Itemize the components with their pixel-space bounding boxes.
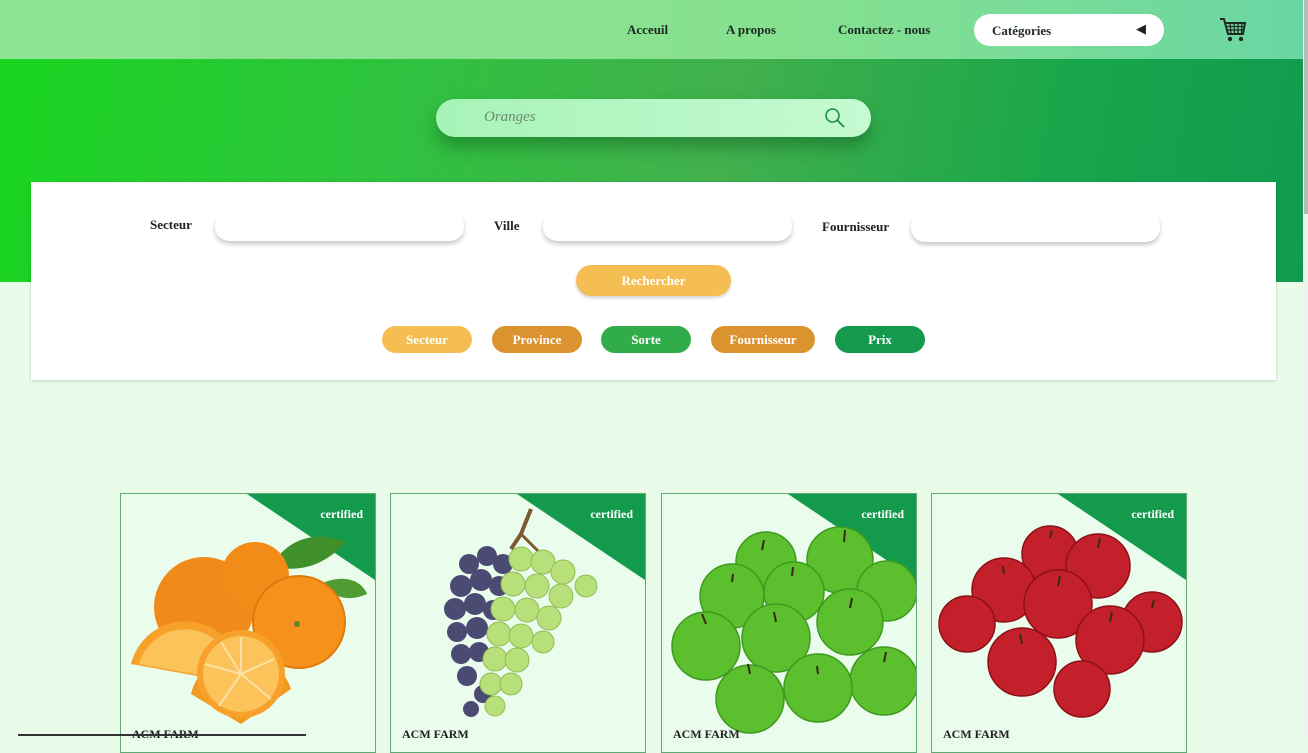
farm-name: ACM FARM	[673, 727, 740, 741]
chip-prix[interactable]: Prix	[835, 326, 925, 353]
scrollbar-thumb[interactable]	[1304, 0, 1308, 214]
bottom-divider	[18, 734, 306, 736]
search-icon[interactable]	[824, 107, 846, 129]
rechercher-button[interactable]: Rechercher	[576, 265, 731, 296]
nav-link-accueil[interactable]: Acceuil	[627, 22, 668, 38]
secteur-field[interactable]	[215, 211, 464, 241]
grapes-image	[444, 508, 598, 717]
red-apples-image	[938, 525, 1183, 718]
product-card[interactable]: certified ACM FARM	[390, 493, 646, 753]
farm-name: ACM FARM	[943, 727, 1010, 741]
chip-secteur[interactable]: Secteur	[382, 326, 472, 353]
categories-label: Catégories	[992, 23, 1052, 38]
oranges-image	[131, 536, 367, 724]
nav-link-a-propos[interactable]: A propos	[726, 22, 776, 38]
product-card[interactable]: certified ACM FARM	[931, 493, 1187, 753]
categories-dropdown[interactable]: Catégories ◀	[974, 14, 1164, 46]
dropdown-arrow-icon: ◀	[1136, 22, 1146, 37]
chip-province[interactable]: Province	[492, 326, 582, 353]
green-apples-image	[671, 526, 916, 734]
chip-sorte[interactable]: Sorte	[601, 326, 691, 353]
search-input[interactable]: Oranges	[484, 109, 536, 126]
nav-link-contact[interactable]: Contactez - nous	[838, 22, 930, 38]
fournisseur-field[interactable]	[911, 212, 1160, 242]
ville-field[interactable]	[543, 211, 792, 241]
ville-label: Ville	[494, 218, 520, 233]
farm-name: ACM FARM	[402, 727, 469, 741]
shopping-cart-icon[interactable]	[1219, 17, 1247, 43]
product-card[interactable]: certified ACM FARM	[661, 493, 917, 753]
fournisseur-label: Fournisseur	[822, 219, 890, 234]
search-bar[interactable]: Oranges	[436, 99, 871, 137]
chip-fournisseur[interactable]: Fournisseur	[711, 326, 815, 353]
top-navbar: Acceuil A propos Contactez - nous Catégo…	[0, 0, 1308, 59]
product-card[interactable]: certified ACM FARM	[120, 493, 376, 753]
secteur-label: Secteur	[150, 217, 192, 232]
